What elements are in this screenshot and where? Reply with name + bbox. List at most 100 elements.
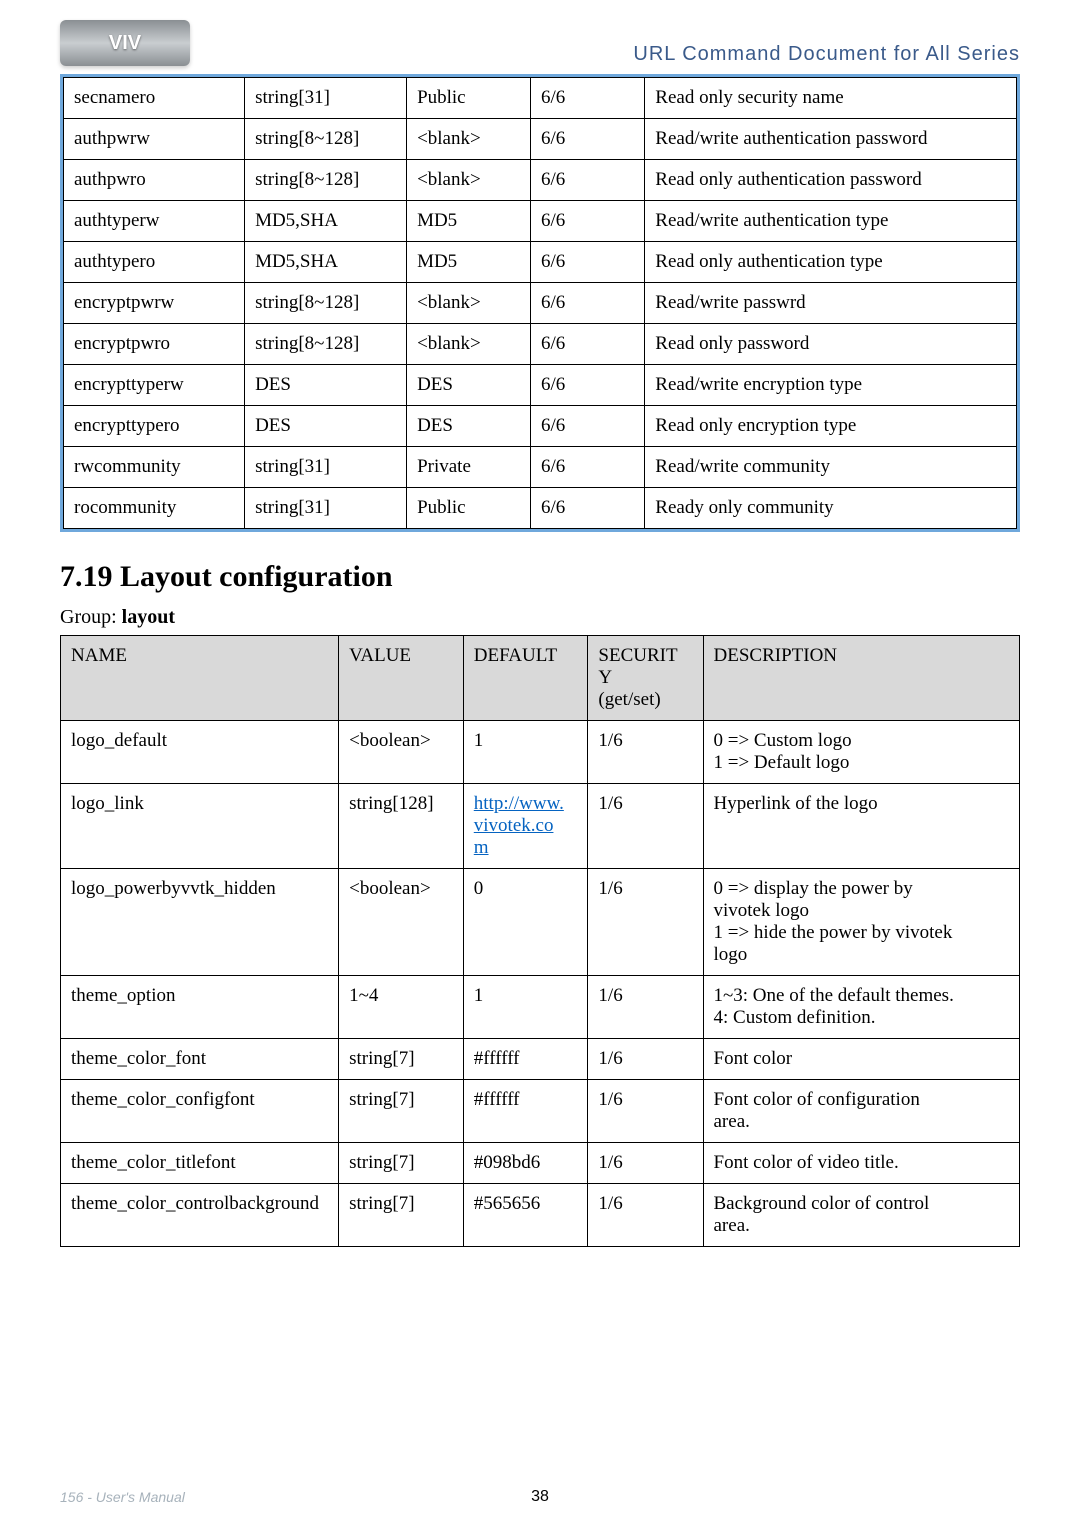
cell-name: authpwro <box>64 160 245 201</box>
cell-sec: 6/6 <box>530 242 644 283</box>
table-row: rocommunitystring[31]Public6/6Ready only… <box>64 488 1017 529</box>
cell-name: secnamero <box>64 78 245 119</box>
col-security: SECURIT Y (get/set) <box>588 636 703 721</box>
cell-desc: Read only authentication password <box>645 160 1017 201</box>
section-heading: 7.19 Layout configuration <box>60 560 1020 594</box>
cell-security: 1/6 <box>588 721 703 784</box>
cell-security: 1/6 <box>588 869 703 976</box>
cell-description: Font color of video title. <box>703 1143 1020 1184</box>
table-row: authpwrwstring[8~128]<blank>6/6Read/writ… <box>64 119 1017 160</box>
group-label: Group: layout <box>60 606 1020 629</box>
table-row: theme_color_controlbackgroundstring[7]#5… <box>61 1184 1020 1247</box>
cell-def: Public <box>407 78 531 119</box>
cell-default: #565656 <box>463 1184 588 1247</box>
doc-title: URL Command Document for All Series <box>633 43 1020 66</box>
table-row: theme_color_fontstring[7]#ffffff1/6Font … <box>61 1039 1020 1080</box>
cell-description: Font color <box>703 1039 1020 1080</box>
cell-name: encryptpwro <box>64 324 245 365</box>
cell-sec: 6/6 <box>530 365 644 406</box>
cell-security: 1/6 <box>588 784 703 869</box>
cell-def: DES <box>407 365 531 406</box>
cell-value: string[31] <box>245 488 407 529</box>
cell-security: 1/6 <box>588 1039 703 1080</box>
col-security-l3: (get/set) <box>598 689 692 711</box>
cell-default: 1 <box>463 721 588 784</box>
col-security-l1: SECURIT <box>598 645 692 667</box>
cell-value: string[8~128] <box>245 324 407 365</box>
table-row: encryptpwrostring[8~128]<blank>6/6Read o… <box>64 324 1017 365</box>
cell-name: theme_option <box>61 976 339 1039</box>
cell-value: DES <box>245 365 407 406</box>
group-name: layout <box>122 606 175 628</box>
cell-value: string[7] <box>339 1184 464 1247</box>
table-row: encryptpwrwstring[8~128]<blank>6/6Read/w… <box>64 283 1017 324</box>
cell-default: http://www.vivotek.com <box>463 784 588 869</box>
cell-name: encrypttyperw <box>64 365 245 406</box>
cell-description: 1~3: One of the default themes.4: Custom… <box>703 976 1020 1039</box>
cell-security: 1/6 <box>588 1184 703 1247</box>
content-frame-2: NAME VALUE DEFAULT SECURIT Y (get/set) D… <box>60 635 1020 1247</box>
cell-name: theme_color_controlbackground <box>61 1184 339 1247</box>
table-row: encrypttyperwDESDES6/6Read/write encrypt… <box>64 365 1017 406</box>
cell-value: string[8~128] <box>245 283 407 324</box>
cell-description: 0 => Custom logo1 => Default logo <box>703 721 1020 784</box>
cell-desc: Read/write authentication password <box>645 119 1017 160</box>
table-row: encrypttyperoDESDES6/6Read only encrypti… <box>64 406 1017 447</box>
group-prefix: Group: <box>60 606 122 628</box>
param-table-layout: NAME VALUE DEFAULT SECURIT Y (get/set) D… <box>60 635 1020 1247</box>
col-security-l2: Y <box>598 667 692 689</box>
cell-sec: 6/6 <box>530 283 644 324</box>
cell-desc: Read only authentication type <box>645 242 1017 283</box>
cell-default: #ffffff <box>463 1039 588 1080</box>
table-row: authtyperwMD5,SHAMD56/6Read/write authen… <box>64 201 1017 242</box>
cell-sec: 6/6 <box>530 488 644 529</box>
logo-link-url[interactable]: http://www. <box>474 793 564 814</box>
cell-def: <blank> <box>407 283 531 324</box>
cell-sec: 6/6 <box>530 447 644 488</box>
cell-def: DES <box>407 406 531 447</box>
content-frame: secnamerostring[31]Public6/6Read only se… <box>60 74 1020 532</box>
cell-name: logo_powerbyvvtk_hidden <box>61 869 339 976</box>
cell-sec: 6/6 <box>530 160 644 201</box>
cell-sec: 6/6 <box>530 201 644 242</box>
cell-value: string[31] <box>245 447 407 488</box>
logo-link-url[interactable]: m <box>474 837 489 858</box>
cell-sec: 6/6 <box>530 406 644 447</box>
cell-default: #ffffff <box>463 1080 588 1143</box>
cell-value: string[8~128] <box>245 119 407 160</box>
cell-value: string[7] <box>339 1039 464 1080</box>
col-default: DEFAULT <box>463 636 588 721</box>
table-row: logo_powerbyvvtk_hidden<boolean>01/60 =>… <box>61 869 1020 976</box>
logo-link-url[interactable]: vivotek.co <box>474 815 554 836</box>
brand-logo: VIV <box>60 20 190 66</box>
table-row: secnamerostring[31]Public6/6Read only se… <box>64 78 1017 119</box>
cell-name: rwcommunity <box>64 447 245 488</box>
cell-def: MD5 <box>407 242 531 283</box>
cell-name: authtypero <box>64 242 245 283</box>
cell-desc: Read/write community <box>645 447 1017 488</box>
cell-name: theme_color_configfont <box>61 1080 339 1143</box>
cell-default: 0 <box>463 869 588 976</box>
cell-desc: Read only security name <box>645 78 1017 119</box>
cell-sec: 6/6 <box>530 119 644 160</box>
cell-def: <blank> <box>407 119 531 160</box>
cell-value: string[31] <box>245 78 407 119</box>
cell-security: 1/6 <box>588 1080 703 1143</box>
table-row: theme_option1~411/61~3: One of the defau… <box>61 976 1020 1039</box>
cell-desc: Read/write encryption type <box>645 365 1017 406</box>
page-header: VIV URL Command Document for All Series <box>60 20 1020 66</box>
cell-value: string[7] <box>339 1143 464 1184</box>
cell-desc: Read/write authentication type <box>645 201 1017 242</box>
cell-sec: 6/6 <box>530 324 644 365</box>
cell-value: string[128] <box>339 784 464 869</box>
cell-def: Public <box>407 488 531 529</box>
cell-desc: Read only encryption type <box>645 406 1017 447</box>
col-name: NAME <box>61 636 339 721</box>
col-value: VALUE <box>339 636 464 721</box>
cell-def: <blank> <box>407 160 531 201</box>
brand-logo-text: VIV <box>109 32 141 55</box>
cell-value: DES <box>245 406 407 447</box>
cell-default: 1 <box>463 976 588 1039</box>
cell-value: string[8~128] <box>245 160 407 201</box>
cell-description: Font color of configurationarea. <box>703 1080 1020 1143</box>
